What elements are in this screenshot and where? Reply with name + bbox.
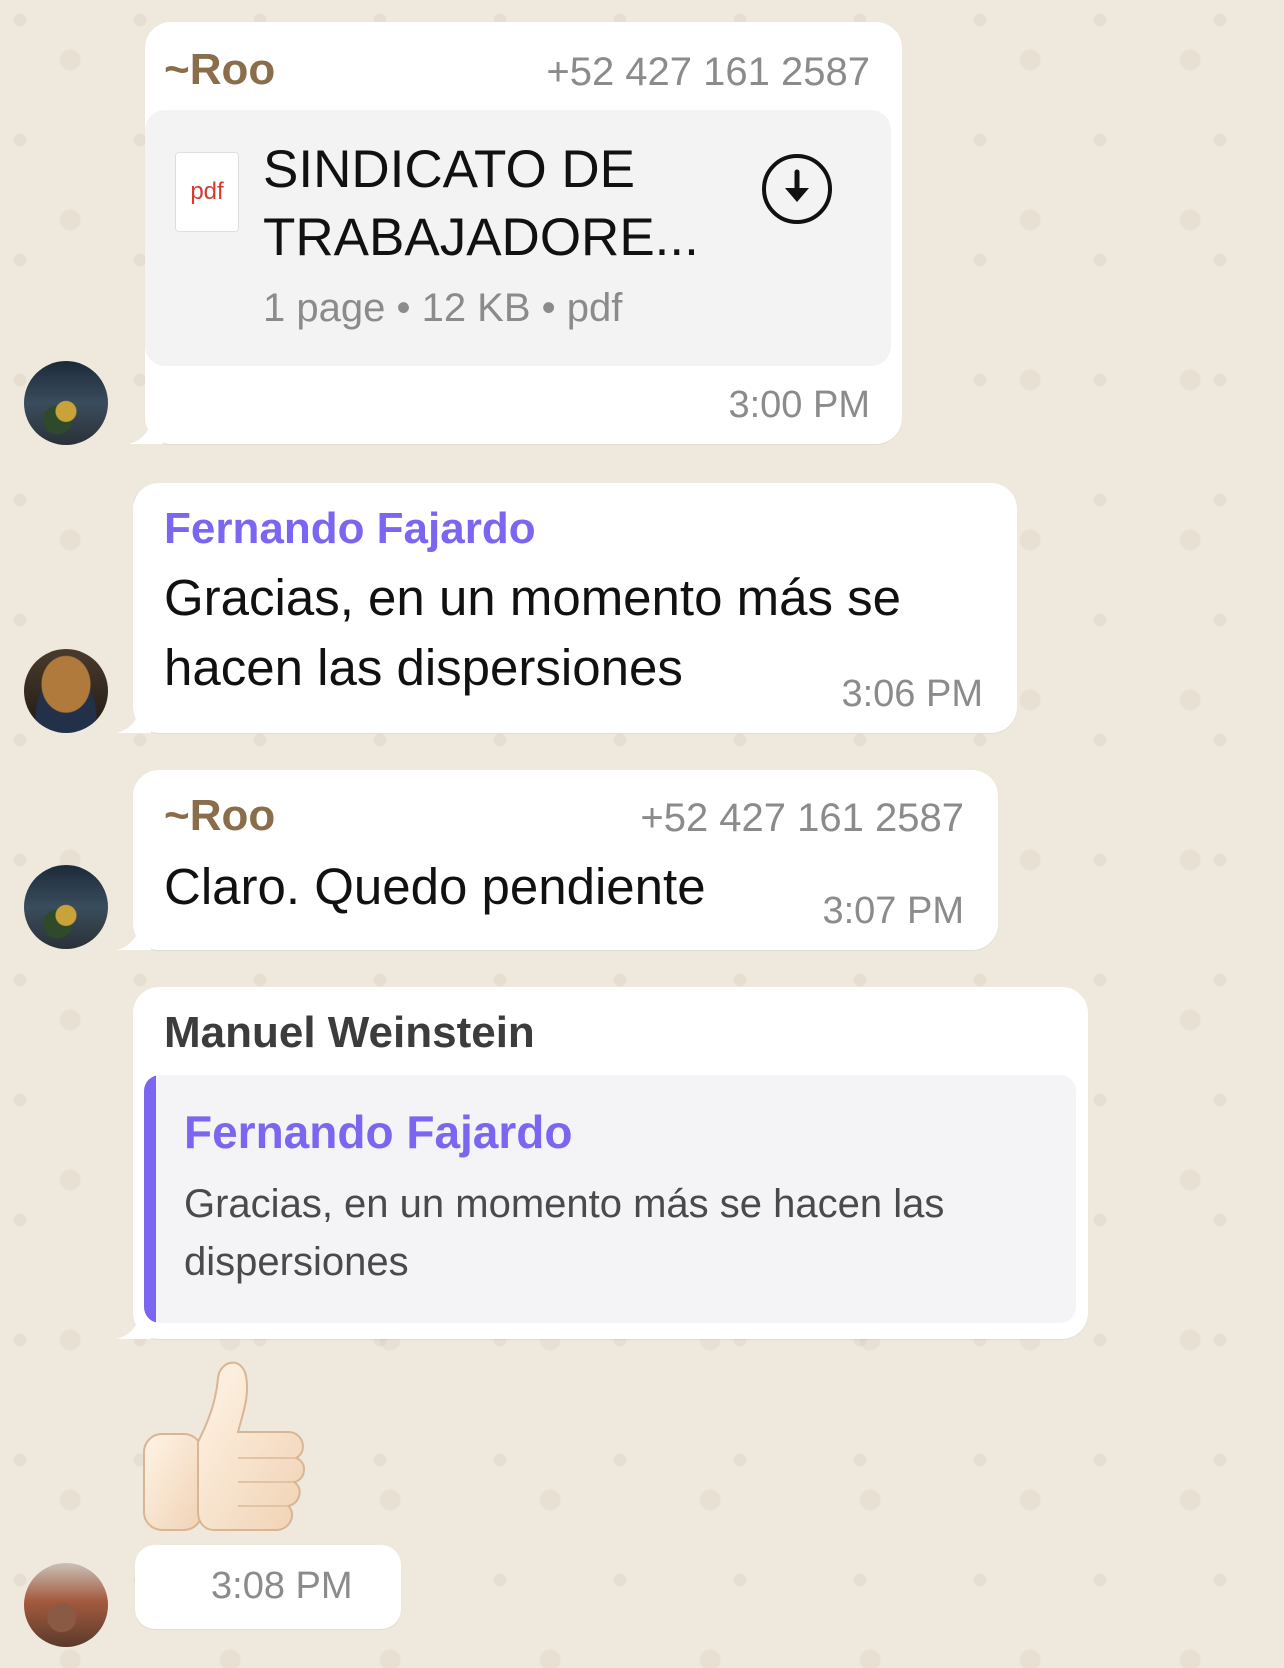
document-meta: 1 page • 12 KB • pdf	[263, 286, 623, 330]
message-text: Claro. Quedo pendiente	[164, 858, 706, 915]
avatar-fernando[interactable]	[24, 649, 108, 733]
message-bubble-roo-document[interactable]: ~Roo +52 427 161 2587 pdf SINDICATO DE T…	[145, 22, 902, 444]
message-text-line1: Gracias, en un momento más se	[164, 569, 901, 626]
quote-accent-bar	[144, 1075, 156, 1323]
message-bubble-manuel-emoji[interactable]: 3:08 PM	[135, 1545, 401, 1629]
avatar-manuel[interactable]	[24, 1563, 108, 1647]
message-timestamp: 3:06 PM	[841, 673, 983, 715]
sender-name[interactable]: Manuel Weinstein	[164, 1007, 535, 1059]
document-attachment[interactable]: pdf SINDICATO DE TRABAJADORE... 1 page •…	[145, 110, 891, 366]
sender-phone[interactable]: +52 427 161 2587	[640, 796, 964, 841]
document-title-line1: SINDICATO DE	[263, 140, 636, 199]
sender-name[interactable]: ~Roo	[164, 790, 275, 842]
sender-name[interactable]: Fernando Fajardo	[164, 503, 536, 555]
sender-name[interactable]: ~Roo	[164, 44, 275, 96]
message-timestamp: 3:00 PM	[728, 384, 870, 426]
document-title-line2: TRABAJADORE...	[263, 208, 699, 267]
quoted-message[interactable]: Fernando Fajardo Gracias, en un momento …	[144, 1075, 1076, 1323]
message-bubble-roo-text[interactable]: ~Roo +52 427 161 2587 Claro. Quedo pendi…	[133, 770, 998, 950]
message-bubble-manuel-reply[interactable]: Manuel Weinstein Fernando Fajardo Gracia…	[133, 987, 1088, 1339]
thumbs-up-emoji-icon[interactable]	[138, 1352, 318, 1542]
message-timestamp: 3:08 PM	[211, 1565, 353, 1607]
avatar-roo[interactable]	[24, 361, 108, 445]
message-bubble-fernando[interactable]: Fernando Fajardo Gracias, en un momento …	[133, 483, 1017, 733]
quoted-text-line1: Gracias, en un momento más se hacen las	[184, 1182, 945, 1226]
avatar-roo[interactable]	[24, 865, 108, 949]
message-timestamp: 3:07 PM	[822, 890, 964, 932]
quoted-sender-name: Fernando Fajardo	[184, 1106, 573, 1158]
pdf-file-icon: pdf	[175, 152, 239, 232]
download-icon[interactable]	[760, 152, 834, 226]
sender-phone[interactable]: +52 427 161 2587	[546, 50, 870, 95]
quoted-text-line2: dispersiones	[184, 1240, 409, 1284]
message-text-line2: hacen las dispersiones	[164, 639, 683, 696]
